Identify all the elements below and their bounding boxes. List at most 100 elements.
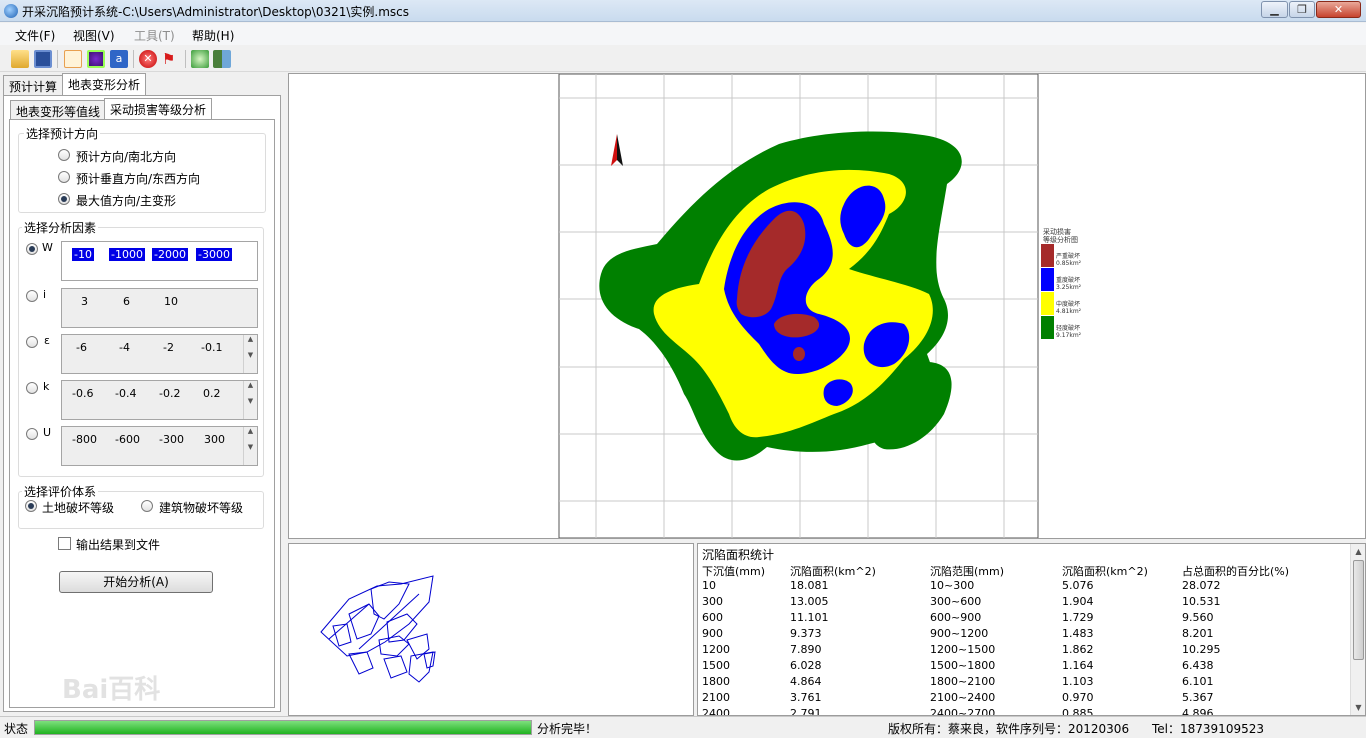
factor-i-symbol: i (43, 288, 47, 301)
cell-range: 600~900 (930, 611, 982, 624)
open-folder-icon[interactable] (11, 50, 29, 68)
text-icon[interactable]: a (110, 50, 128, 68)
settings-icon[interactable] (191, 50, 209, 68)
spin-arrows[interactable]: ▲ ▼ (243, 427, 257, 465)
factor-u-values[interactable]: -800 -600 -300 300 ▲ ▼ (61, 426, 258, 466)
status-bar: 状态 分析完毕！ 版权所有：蔡来良，软件序列号：20120306 Tel：187… (0, 716, 1366, 738)
document-icon[interactable] (64, 50, 82, 68)
value-cell: -0.1 (201, 341, 223, 354)
value-cell[interactable]: -2000 (152, 248, 188, 261)
scroll-up-arrow-icon[interactable]: ▲ (1351, 544, 1366, 559)
cell-depth: 1200 (702, 643, 730, 656)
direction-group-title: 选择预计方向 (24, 125, 101, 142)
tab-damage-grade[interactable]: 采动损害等级分析 (104, 98, 213, 120)
palette-icon[interactable] (87, 50, 105, 68)
table-row: 1800 4.864 1800~2100 1.103 6.101 (698, 675, 1350, 691)
cell-percent: 28.072 (1182, 579, 1221, 592)
cell-depth: 1800 (702, 675, 730, 688)
legend-value-critical: 0.85km² (1056, 260, 1082, 267)
radio-factor-epsilon[interactable] (26, 336, 38, 348)
legend-swatch-severe (1041, 268, 1054, 291)
cell-area: 4.864 (790, 675, 822, 688)
radio-north-south[interactable] (58, 149, 70, 161)
stats-header-depth: 下沉值(mm) (702, 565, 766, 578)
eval-group-title: 选择评价体系 (22, 483, 99, 500)
tel-text: Tel：18739109523 (1152, 722, 1264, 736)
spin-arrows[interactable]: ▲ ▼ (243, 335, 257, 373)
factor-u-symbol: U (43, 426, 52, 439)
menu-tools[interactable]: 工具(T) (134, 27, 175, 44)
table-row: 2400 2.791 2400~2700 0.885 4.896 (698, 707, 1350, 715)
legend-value-moderate: 4.81km² (1056, 308, 1082, 315)
cell-area: 6.028 (790, 659, 822, 672)
radio-max-direction[interactable] (58, 193, 70, 205)
workface-overview[interactable] (289, 544, 693, 715)
value-cell: -800 (72, 433, 97, 446)
factor-epsilon-values[interactable]: -6 -4 -2 -0.1 ▲ ▼ (61, 334, 258, 374)
cell-depth: 900 (702, 627, 723, 640)
tab-contour[interactable]: 地表变形等值线 (10, 100, 107, 120)
tab-surface-deformation[interactable]: 地表变形分析 (62, 73, 147, 95)
statistics-pane: 沉陷面积统计 下沉值(mm) 沉陷面积(km^2) 沉陷范围(mm) 沉陷面积(… (697, 543, 1366, 716)
stats-title: 沉陷面积统计 (702, 548, 775, 562)
factor-k-values[interactable]: -0.6 -0.4 -0.2 0.2 ▲ ▼ (61, 380, 258, 420)
radio-land-damage[interactable] (25, 500, 37, 512)
menu-view[interactable]: 视图(V) (73, 27, 115, 44)
stats-table-body: 10 18.081 10~300 5.076 28.072 300 13.005 300~6… (698, 579, 1350, 715)
radio-factor-i[interactable] (26, 290, 38, 302)
save-icon[interactable] (34, 50, 52, 68)
spin-arrows[interactable]: ▲ ▼ (243, 381, 257, 419)
menu-file[interactable]: 文件(F) (15, 27, 55, 44)
exit-icon[interactable] (213, 50, 231, 68)
factor-group-title: 选择分析因素 (22, 219, 99, 236)
radio-factor-w[interactable] (26, 243, 38, 255)
cell-range: 1800~2100 (930, 675, 996, 688)
value-cell[interactable]: -3000 (196, 248, 232, 261)
radio-building-damage-label: 建筑物破坏等级 (159, 501, 244, 515)
cell-range-area: 1.103 (1062, 675, 1094, 688)
maximize-button[interactable]: ❐ (1289, 1, 1315, 18)
title-bar: 开采沉陷预计系统-C:\Users\Administrator\Desktop\… (0, 0, 1366, 22)
stats-scrollbar[interactable]: ▲ ▼ (1350, 544, 1365, 715)
window-title: 开采沉陷预计系统-C:\Users\Administrator\Desktop\… (22, 5, 410, 19)
flag-icon[interactable]: ⚑ (162, 50, 180, 68)
value-cell: 0.2 (203, 387, 221, 400)
value-cell: -0.4 (115, 387, 137, 400)
cell-percent: 10.295 (1182, 643, 1221, 656)
stop-icon[interactable]: ✕ (139, 50, 157, 68)
scroll-down-arrow-icon[interactable]: ▼ (1351, 700, 1366, 715)
cell-range: 1500~1800 (930, 659, 996, 672)
factor-w-values[interactable]: -10 -1000 -2000 -3000 (61, 241, 258, 281)
start-analysis-button[interactable]: 开始分析(A) (59, 571, 213, 593)
cell-percent: 5.367 (1182, 691, 1214, 704)
cell-area: 18.081 (790, 579, 829, 592)
scroll-thumb[interactable] (1353, 560, 1364, 660)
value-cell[interactable]: -10 (72, 248, 94, 261)
value-cell: 10 (164, 295, 178, 308)
radio-building-damage[interactable] (141, 500, 153, 512)
legend-label-severe: 重度破坏 (1056, 276, 1080, 284)
table-row: 900 9.373 900~1200 1.483 8.201 (698, 627, 1350, 643)
radio-factor-u[interactable] (26, 428, 38, 440)
radio-north-south-label: 预计方向/南北方向 (76, 150, 177, 164)
legend-label-moderate: 中度破坏 (1056, 300, 1080, 308)
menu-help[interactable]: 帮助(H) (192, 27, 234, 44)
damage-map[interactable]: 采动损害 等级分析图 严重破坏 0.85km² 重度破坏 3.25km² 中度破… (289, 74, 1365, 538)
cell-percent: 8.201 (1182, 627, 1214, 640)
radio-east-west-label: 预计垂直方向/东西方向 (76, 172, 201, 186)
table-row: 1200 7.890 1200~1500 1.862 10.295 (698, 643, 1350, 659)
status-label: 状态 (4, 722, 29, 736)
value-cell[interactable]: -1000 (109, 248, 145, 261)
cell-percent: 9.560 (1182, 611, 1214, 624)
export-label: 输出结果到文件 (76, 538, 161, 552)
factor-i-values[interactable]: 3 6 10 (61, 288, 258, 328)
radio-max-direction-label: 最大值方向/主变形 (76, 194, 177, 208)
radio-factor-k[interactable] (26, 382, 38, 394)
export-checkbox[interactable] (58, 537, 71, 550)
stats-header-range: 沉陷范围(mm) (930, 565, 1005, 578)
close-button[interactable]: ✕ (1316, 1, 1361, 18)
table-row: 2100 3.761 2100~2400 0.970 5.367 (698, 691, 1350, 707)
radio-east-west[interactable] (58, 171, 70, 183)
minimize-button[interactable]: ▁ (1261, 1, 1288, 18)
tab-forecast-calc[interactable]: 预计计算 (3, 75, 64, 95)
